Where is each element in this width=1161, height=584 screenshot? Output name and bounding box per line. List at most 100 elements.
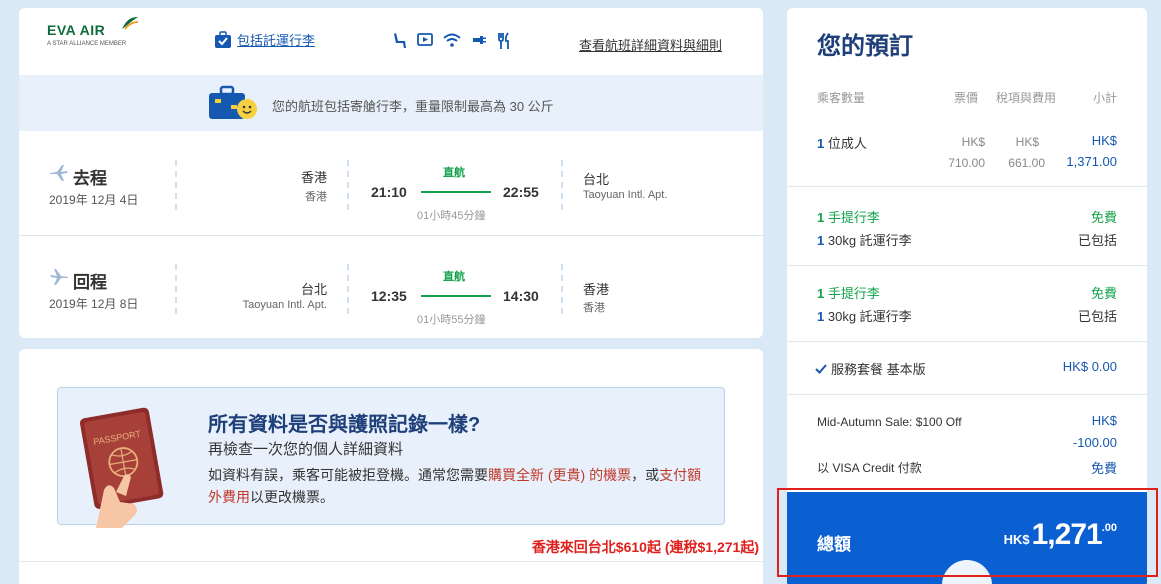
divider <box>787 394 1147 395</box>
return-origin-city: 台北 <box>300 282 327 297</box>
count: 1 <box>817 309 825 324</box>
return-arrival-time: 14:30 <box>503 288 539 304</box>
outbound-destination-airport: Taoyuan Intl. Apt. <box>583 189 668 201</box>
included-baggage-label[interactable]: 包括託運行李 <box>237 30 315 49</box>
visa-payment-label: 以 VISA Credit 付款 <box>817 461 922 475</box>
eva-air-logo: EVA AIR A STAR ALLIANCE MEMBER <box>47 17 142 58</box>
return-origin-airport: Taoyuan Intl. Apt. <box>242 299 327 311</box>
return-destination-airport: 香港 <box>583 302 605 314</box>
passport-notice-subtitle: 再檢查一次您的個人詳細資料 <box>208 441 404 458</box>
passport-notice-title: 所有資料是否與護照記錄一樣? <box>208 414 481 436</box>
divider <box>787 186 1147 187</box>
adult-label: 位成人 <box>827 136 867 151</box>
fare-currency: HK$ <box>961 135 985 149</box>
flight-line <box>421 191 491 193</box>
divider <box>347 264 349 314</box>
body-text: ，或 <box>631 467 660 483</box>
included-baggage-link[interactable]: 包括託運行李 <box>214 30 315 49</box>
outbound-arrival-time: 22:55 <box>503 184 539 200</box>
divider <box>561 160 563 210</box>
fare-amount: 710.00 <box>948 156 985 170</box>
baggage-banner-text: 您的航班包括寄艙行李，重量限制最高為 30 公斤 <box>272 99 554 114</box>
tax-amount: 661.00 <box>1008 156 1045 170</box>
buy-new-ticket-link[interactable]: 購買全新 (更貴) 的機票 <box>488 467 631 483</box>
plane-depart-icon <box>50 165 68 181</box>
outbound-flight-row: 去程 2019年 12月 4日 香港 香港 21:10 直航 22:55 01小… <box>19 132 763 236</box>
label: 30kg 託運行李 <box>827 233 912 248</box>
divider <box>175 160 177 210</box>
discount-currency: HK$ <box>1091 413 1117 428</box>
body-text: 如資料有誤，乘客可能被拒登機。通常您需要 <box>208 467 488 483</box>
baggage-banner: 您的航班包括寄艙行李，重量限制最高為 30 公斤 <box>19 75 763 131</box>
discount-amount: -100.00 <box>1072 435 1117 450</box>
smiling-suitcase-icon <box>209 85 257 119</box>
return-date: 2019年 12月 8日 <box>49 297 139 311</box>
meal-icon <box>498 32 509 49</box>
outbound-checked-baggage: 1 30kg 託運行李 <box>817 230 912 249</box>
eva-leaf-icon <box>122 17 139 30</box>
promo-price-text: 香港來回台北$610起 (連稅$1,271起) <box>531 539 759 555</box>
count: 1 <box>817 210 825 225</box>
outbound-destination-city: 台北 <box>583 172 610 187</box>
divider <box>347 160 349 210</box>
return-hand-baggage: 1 手提行李 <box>817 283 880 302</box>
flight-summary-card: EVA AIR A STAR ALLIANCE MEMBER 包括託運行李 查看… <box>19 8 763 338</box>
outbound-date: 2019年 12月 4日 <box>49 193 139 207</box>
outbound-direct-label: 直航 <box>443 167 465 179</box>
return-title: 回程 <box>73 273 107 292</box>
return-direct-label: 直航 <box>443 271 465 283</box>
label: 30kg 託運行李 <box>827 309 912 324</box>
divider <box>561 264 563 314</box>
service-package-label: 服務套餐 基本版 <box>831 362 926 377</box>
return-hand-baggage-price: 免費 <box>1090 286 1117 301</box>
passport-check-card: PASSPORT 所有資料是否與護照記錄一樣? 再檢查一次您的個人詳細資料 如資… <box>19 349 763 584</box>
outbound-departure-time: 21:10 <box>371 184 407 200</box>
outbound-duration: 01小時45分鐘 <box>417 210 486 222</box>
power-outlet-icon <box>473 36 486 44</box>
flight-details-link[interactable]: 查看航班詳細資料與細則 <box>579 35 722 54</box>
header-passengers: 乘客數量 <box>817 91 866 105</box>
label: 手提行李 <box>827 286 880 301</box>
passport-notice-body: 如資料有誤，乘客可能被拒登機。通常您需要購買全新 (更貴) 的機票，或支付額外費… <box>208 464 708 508</box>
passport-notice: PASSPORT 所有資料是否與護照記錄一樣? 再檢查一次您的個人詳細資料 如資… <box>57 387 725 528</box>
subtotal-amount: 1,371.00 <box>1066 154 1117 169</box>
body-text: 以更改機票。 <box>250 489 334 505</box>
flight-topbar: EVA AIR A STAR ALLIANCE MEMBER 包括託運行李 查看… <box>19 8 763 75</box>
adult-passenger: 1 位成人 <box>817 133 867 152</box>
visa-payment-price: 免費 <box>1090 461 1117 476</box>
label: 手提行李 <box>827 210 880 225</box>
entertainment-icon <box>417 33 433 46</box>
tax-currency: HK$ <box>1015 135 1039 149</box>
luggage-check-icon <box>215 30 231 48</box>
logo-subtext: A STAR ALLIANCE MEMBER <box>47 41 127 47</box>
outbound-origin-city: 香港 <box>300 170 327 185</box>
return-duration: 01小時55分鐘 <box>417 314 486 326</box>
header-subtotal: 小計 <box>1092 91 1117 105</box>
plane-return-icon <box>50 269 68 285</box>
service-package: 服務套餐 基本版 <box>815 359 926 378</box>
divider <box>787 341 1147 342</box>
divider <box>175 264 177 314</box>
outbound-checked-baggage-price: 已包括 <box>1077 233 1117 248</box>
return-destination-city: 香港 <box>583 282 610 297</box>
flight-line <box>421 295 491 297</box>
outbound-origin-airport: 香港 <box>305 191 327 203</box>
amenity-icons <box>391 32 511 50</box>
count: 1 <box>817 233 825 248</box>
booking-title: 您的預訂 <box>817 33 913 60</box>
service-package-price: HK$ 0.00 <box>1062 359 1117 374</box>
outbound-hand-baggage: 1 手提行李 <box>817 207 880 226</box>
divider <box>787 265 1147 266</box>
outbound-hand-baggage-price: 免費 <box>1090 210 1117 225</box>
header-fare: 票價 <box>954 91 979 105</box>
count: 1 <box>817 286 825 301</box>
wifi-icon <box>443 33 461 47</box>
return-flight-row: 回程 2019年 12月 8日 台北 Taoyuan Intl. Apt. 12… <box>19 236 763 338</box>
seat-icon <box>394 33 406 48</box>
return-departure-time: 12:35 <box>371 288 407 304</box>
total-highlight-frame <box>777 488 1158 577</box>
divider <box>19 561 763 562</box>
return-checked-baggage-price: 已包括 <box>1077 309 1117 324</box>
header-taxes: 稅項與費用 <box>996 91 1057 105</box>
adult-count: 1 <box>817 136 825 151</box>
